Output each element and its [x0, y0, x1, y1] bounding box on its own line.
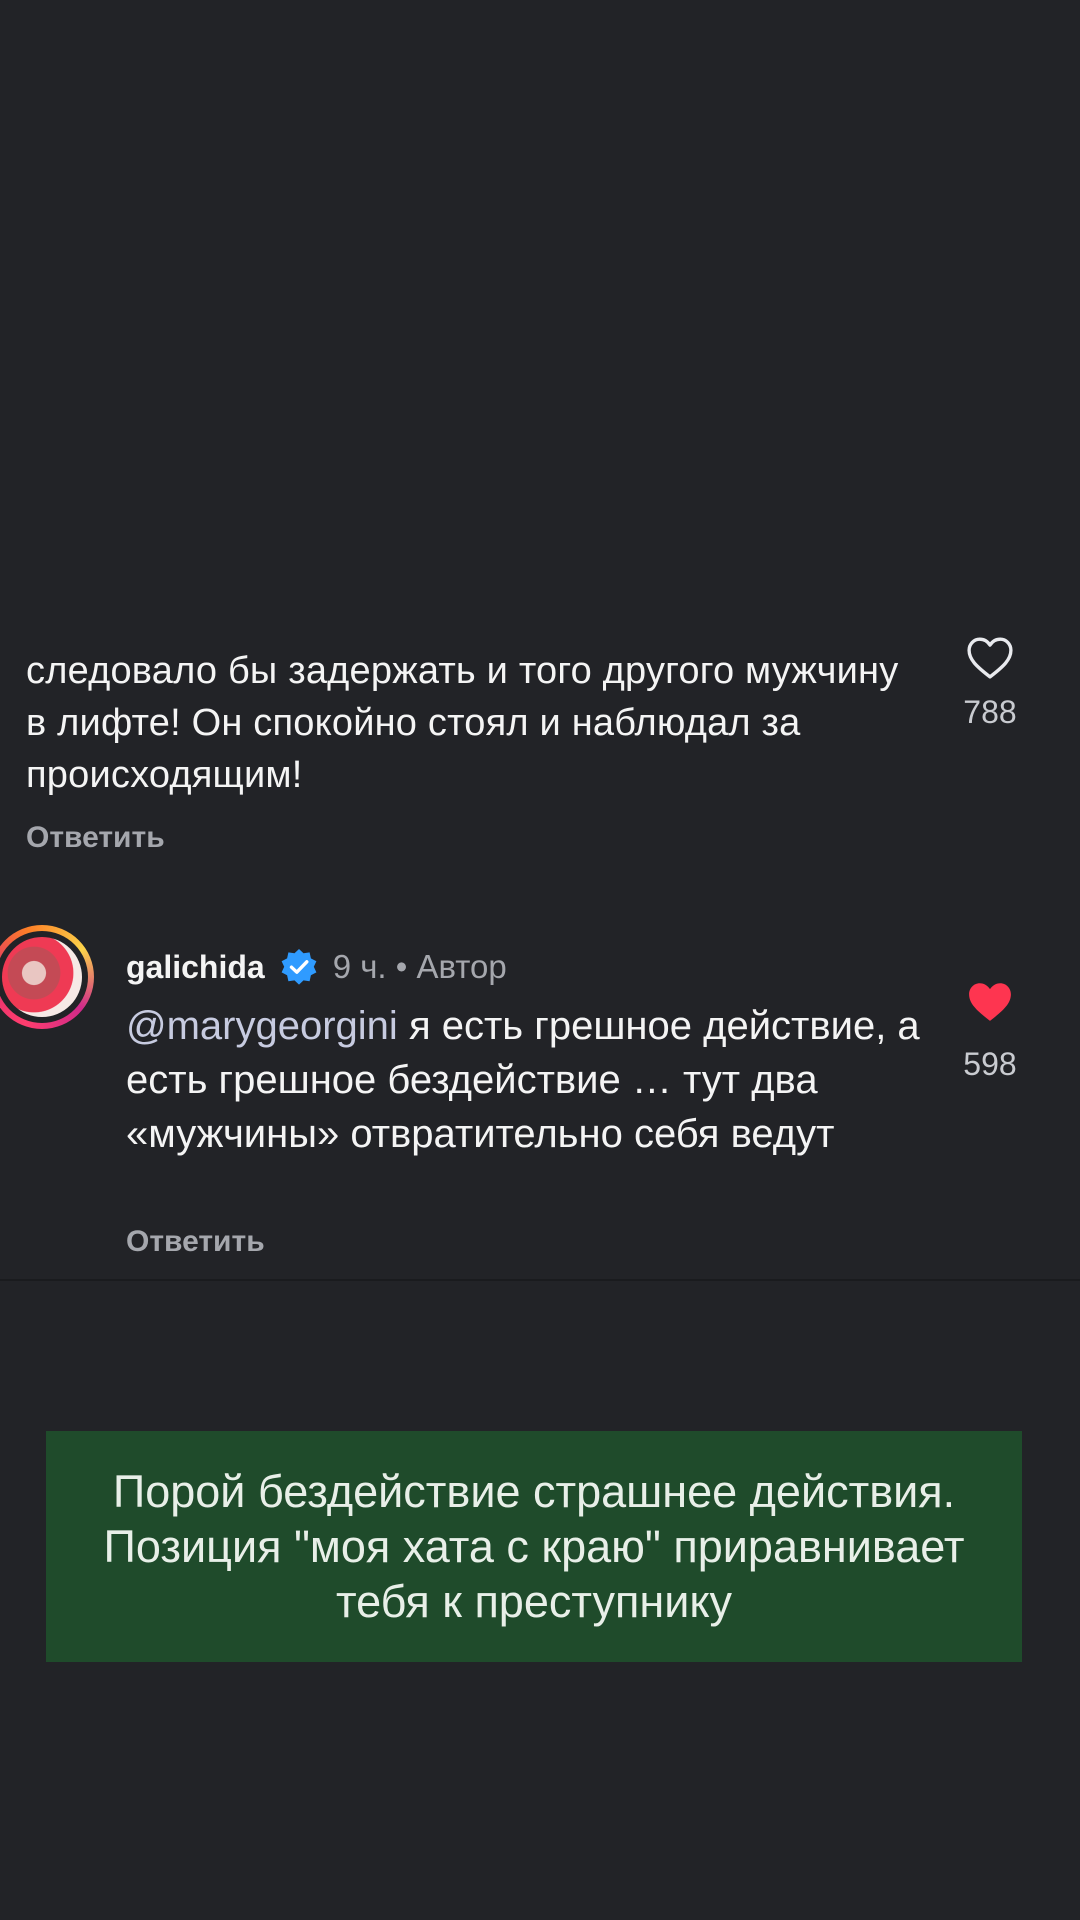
comment-meta: 9 ч. • Автор [332, 948, 507, 985]
username[interactable]: galichida [126, 949, 265, 986]
verified-badge-icon [281, 949, 317, 985]
comment-item: galichida 9 ч. • Автор @marygeorgini я е… [0, 925, 1080, 1280]
caption-text: Порой бездействие страшнее действия. Поз… [103, 1466, 965, 1627]
comment-header: galichida 9 ч. • Автор [126, 947, 507, 987]
comment-text: @marygeorgini я есть грешное действие, а… [126, 999, 926, 1161]
avatar[interactable] [0, 925, 94, 1029]
reply-button[interactable]: Ответить [126, 1225, 265, 1259]
caption-box: Порой бездействие страшнее действия. Поз… [46, 1431, 1022, 1662]
mention-link[interactable]: @marygeorgini [126, 1004, 398, 1048]
heart-outline-icon[interactable] [964, 634, 1016, 680]
avatar-photo [2, 937, 82, 1017]
divider [0, 1279, 1080, 1281]
like-button[interactable]: 598 [955, 978, 1025, 1083]
like-button[interactable]: 788 [955, 634, 1025, 731]
comment-text: следовало бы задержать и того другого му… [26, 650, 899, 796]
screen: следовало бы задержать и того другого му… [0, 0, 1080, 1920]
heart-filled-icon[interactable] [964, 978, 1016, 1024]
like-count: 788 [963, 694, 1017, 730]
avatar-ring [0, 931, 88, 1023]
reply-button[interactable]: Ответить [26, 821, 165, 855]
like-count: 598 [963, 1046, 1017, 1082]
